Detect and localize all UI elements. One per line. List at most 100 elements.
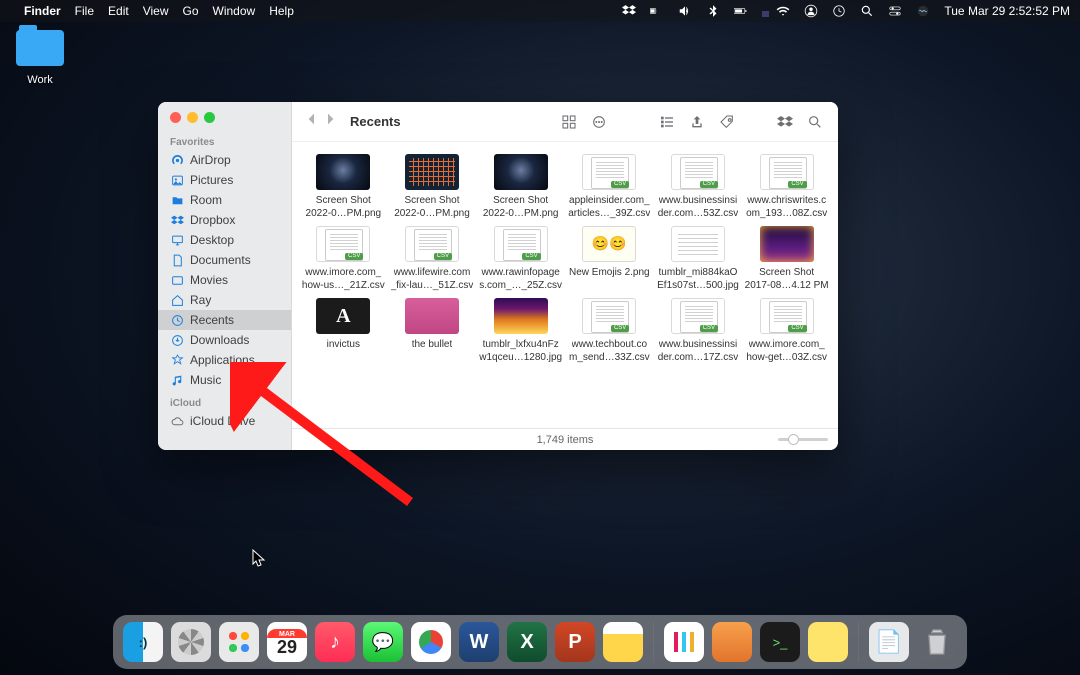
dropbox-status-icon[interactable] — [622, 4, 636, 18]
close-button[interactable] — [170, 112, 181, 123]
siri-icon[interactable] — [916, 4, 930, 18]
battery-icon[interactable] — [734, 4, 748, 18]
arrange-icon[interactable] — [656, 114, 678, 130]
zoom-slider[interactable] — [778, 438, 828, 441]
menu-help[interactable]: Help — [269, 4, 294, 18]
file-item[interactable]: CSVwww.businessinsider.com…53Z.csv — [655, 154, 742, 220]
menu-go[interactable]: Go — [183, 4, 199, 18]
control-center-icon[interactable] — [888, 4, 902, 18]
file-item[interactable]: CSVwww.techbout.com_send…33Z.csv — [566, 298, 653, 364]
sidebar-item-pictures[interactable]: Pictures — [158, 170, 291, 190]
sidebar-item-applications[interactable]: Applications — [158, 350, 291, 370]
file-item[interactable]: CSVwww.lifewire.com_fix-lau…_51Z.csv — [389, 226, 476, 292]
file-label: 2022-0…PM.png — [306, 208, 382, 221]
file-item[interactable]: Screen Shot2017-08…4.12 PM — [743, 226, 830, 292]
battery-menu-icon[interactable] — [650, 4, 664, 18]
file-thumbnail: CSV — [671, 298, 725, 334]
sidebar-item-label: Movies — [190, 273, 228, 287]
sidebar-item-room[interactable]: Room — [158, 190, 291, 210]
file-grid[interactable]: Screen Shot2022-0…PM.pngScreen Shot2022-… — [292, 142, 838, 428]
app-menu[interactable]: Finder — [24, 4, 61, 18]
view-mode-icon[interactable] — [558, 114, 580, 130]
sidebar-item-dropbox[interactable]: Dropbox — [158, 210, 291, 230]
group-menu-icon[interactable] — [588, 114, 610, 130]
timemachine-icon[interactable] — [832, 4, 846, 18]
dock-chrome[interactable] — [411, 622, 451, 662]
menu-edit[interactable]: Edit — [108, 4, 129, 18]
bluetooth-icon[interactable] — [706, 4, 720, 18]
sidebar-item-music[interactable]: Music — [158, 370, 291, 390]
file-item[interactable]: CSVwww.businessinsider.com…17Z.csv — [655, 298, 742, 364]
file-item[interactable]: CSVwww.chriswrites.com_193…08Z.csv — [743, 154, 830, 220]
dock-excel[interactable] — [507, 622, 547, 662]
search-icon[interactable] — [804, 114, 826, 130]
file-item[interactable]: tumblr_mi884kaOEf1s07st…500.jpg — [655, 226, 742, 292]
file-item[interactable]: the bullet — [389, 298, 476, 364]
file-item[interactable]: CSVappleinsider.com_articles…_39Z.csv — [566, 154, 653, 220]
dock-slack[interactable] — [664, 622, 704, 662]
dock-app-amber[interactable] — [712, 622, 752, 662]
dock-stickies[interactable] — [808, 622, 848, 662]
dock-finder[interactable] — [123, 622, 163, 662]
file-item[interactable]: tumblr_lxfxu4nFzw1qceu…1280.jpg — [477, 298, 564, 364]
sidebar-item-airdrop[interactable]: AirDrop — [158, 150, 291, 170]
dock-notes[interactable] — [603, 622, 643, 662]
sidebar-item-movies[interactable]: Movies — [158, 270, 291, 290]
dock-calendar[interactable]: MAR29 — [267, 622, 307, 662]
dropbox-icon — [170, 213, 184, 227]
dropbox-toolbar-icon[interactable] — [774, 114, 796, 130]
movie-icon — [170, 273, 184, 287]
file-item[interactable]: Ainvictus — [300, 298, 387, 364]
nav-back-button[interactable] — [304, 111, 320, 132]
file-label: appleinsider.com_ — [569, 195, 650, 208]
share-icon[interactable] — [686, 114, 708, 130]
dock-terminal[interactable] — [760, 622, 800, 662]
clock[interactable]: Tue Mar 29 2:52:52 PM — [944, 4, 1070, 18]
file-item[interactable]: CSVwww.imore.com_how-get…03Z.csv — [743, 298, 830, 364]
sidebar-item-ray[interactable]: Ray — [158, 290, 291, 310]
window-controls — [158, 102, 291, 129]
file-item[interactable]: 😊😊New Emojis 2.png — [566, 226, 653, 292]
file-item[interactable]: Screen Shot2022-0…PM.png — [477, 154, 564, 220]
minimize-button[interactable] — [187, 112, 198, 123]
sidebar-item-label: iCloud Drive — [190, 414, 255, 428]
dock: MAR29 📄 — [113, 615, 967, 669]
user-icon[interactable] — [804, 4, 818, 18]
sidebar-section-icloud: iCloud — [158, 390, 291, 411]
menu-file[interactable]: File — [75, 4, 94, 18]
dock-documents-stack[interactable]: 📄 — [869, 622, 909, 662]
sidebar-item-downloads[interactable]: Downloads — [158, 330, 291, 350]
sidebar-section-favorites: Favorites — [158, 129, 291, 150]
dock-system-preferences[interactable] — [171, 622, 211, 662]
menu-view[interactable]: View — [143, 4, 169, 18]
wifi-icon[interactable] — [776, 4, 790, 18]
dock-trash[interactable] — [917, 622, 957, 662]
file-label: how-get…03Z.csv — [746, 352, 827, 365]
nav-forward-button[interactable] — [322, 111, 338, 132]
file-label: articles…_39Z.csv — [568, 208, 650, 221]
dock-word[interactable] — [459, 622, 499, 662]
sidebar-item-desktop[interactable]: Desktop — [158, 230, 291, 250]
file-item[interactable]: Screen Shot2022-0…PM.png — [300, 154, 387, 220]
file-item[interactable]: Screen Shot2022-0…PM.png — [389, 154, 476, 220]
dock-powerpoint[interactable] — [555, 622, 595, 662]
sidebar-item-label: Ray — [190, 293, 211, 307]
desktop-folder-work[interactable]: Work — [10, 30, 70, 88]
sidebar-item-label: Documents — [190, 253, 251, 267]
spotlight-icon[interactable] — [860, 4, 874, 18]
menubar: Finder File Edit View Go Window Help Tue… — [0, 0, 1080, 22]
file-item[interactable]: CSVwww.imore.com_how-us…_21Z.csv — [300, 226, 387, 292]
file-label: Ef1s07st…500.jpg — [657, 280, 739, 293]
dock-music[interactable] — [315, 622, 355, 662]
file-item[interactable]: CSVwww.rawinfopages.com_…_25Z.csv — [477, 226, 564, 292]
sidebar-item-recents[interactable]: Recents — [158, 310, 291, 330]
zoom-button[interactable] — [204, 112, 215, 123]
file-label: der.com…17Z.csv — [658, 352, 739, 365]
volume-icon[interactable] — [678, 4, 692, 18]
tags-icon[interactable] — [716, 114, 738, 130]
dock-launchpad[interactable] — [219, 622, 259, 662]
sidebar-item-documents[interactable]: Documents — [158, 250, 291, 270]
dock-messages[interactable] — [363, 622, 403, 662]
menu-window[interactable]: Window — [213, 4, 256, 18]
sidebar-item-icloud-drive[interactable]: iCloud Drive — [158, 411, 291, 431]
